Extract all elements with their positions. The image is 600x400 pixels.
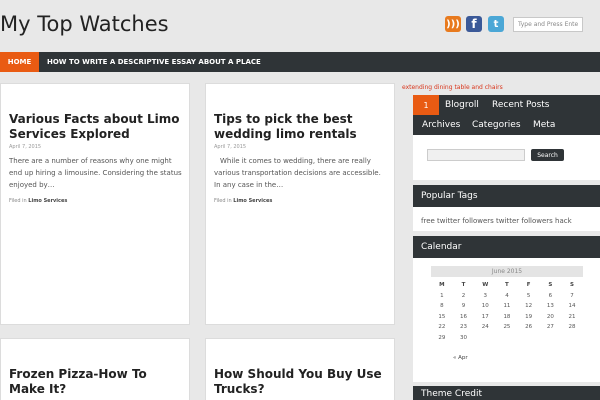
- tab-blogroll[interactable]: Blogroll: [445, 100, 479, 110]
- post-card: Various Facts about Limo Services Explor…: [0, 83, 190, 325]
- widget-title: Popular Tags: [413, 185, 600, 207]
- calendar-week-row: 15 16 17 18 19 20 21: [431, 312, 583, 323]
- calendar-day: 6: [548, 292, 553, 299]
- widget-title: Calendar: [413, 236, 600, 258]
- post-title[interactable]: Tips to pick the best wedding limo renta…: [214, 112, 388, 142]
- calendar-day: 21: [568, 313, 576, 320]
- theme-credit-widget: Theme Credit: [413, 386, 600, 400]
- calendar-day: 25: [503, 324, 511, 330]
- weekday-label: M: [439, 282, 445, 288]
- calendar-day: 26: [525, 324, 533, 330]
- calendar-day: 12: [525, 303, 533, 309]
- calendar-month: June 2015: [431, 266, 583, 277]
- calendar-day: 15: [438, 313, 446, 320]
- calendar-week-row: 8 9 10 11 12 13 14: [431, 301, 583, 312]
- tabbed-widget: 1 Blogroll Recent Posts Archives Categor…: [413, 95, 600, 180]
- post-category-link[interactable]: Limo Services: [233, 198, 272, 204]
- post-title[interactable]: Frozen Pizza-How To Make It?: [9, 367, 183, 397]
- rss-icon[interactable]: ))): [445, 16, 461, 32]
- weekday-label: T: [505, 282, 509, 288]
- post-card: How Should You Buy Use Trucks?: [205, 338, 395, 400]
- calendar-day: 22: [438, 324, 446, 330]
- main-navigation: HOME HOW TO WRITE A DESCRIPTIVE ESSAY AB…: [0, 52, 600, 72]
- post-excerpt: While it comes to wedding, there are rea…: [214, 157, 381, 189]
- post-filed-in: Filed in Limo Services: [214, 198, 272, 204]
- post-date: April 7, 2015: [214, 144, 247, 150]
- tag-cloud[interactable]: free twitter followers twitter followers…: [421, 217, 572, 225]
- popular-tags-widget: Popular Tags free twitter followers twit…: [413, 185, 600, 231]
- calendar-day: 28: [568, 324, 576, 330]
- calendar-day: 13: [546, 303, 554, 309]
- weekday-label: W: [482, 282, 489, 288]
- post-category-link[interactable]: Limo Services: [28, 198, 67, 204]
- nav-item-descriptive-essay[interactable]: HOW TO WRITE A DESCRIPTIVE ESSAY ABOUT A…: [47, 52, 261, 72]
- weekday-label: F: [526, 282, 531, 288]
- calendar-day: 7: [570, 292, 574, 299]
- post-excerpt: There are a number of reasons why one mi…: [9, 157, 182, 189]
- tab-meta[interactable]: Meta: [533, 120, 555, 130]
- sidebar-ad-link[interactable]: extending dining table and chairs: [402, 84, 503, 91]
- calendar-day: 14: [568, 303, 576, 309]
- post-card: Frozen Pizza-How To Make It?: [0, 338, 190, 400]
- calendar-widget: Calendar June 2015 M T W T F S S 1 2 3 4…: [413, 236, 600, 382]
- calendar-day: 30: [460, 334, 468, 341]
- calendar-week-row: 22 23 24 25 26 27 28: [431, 322, 583, 333]
- calendar-day: 16: [460, 313, 468, 320]
- tab-recent-posts[interactable]: Recent Posts: [492, 100, 550, 110]
- weekday-label: S: [570, 282, 575, 288]
- calendar-grid: M T W T F S S 1 2 3 4 5 6 7 8 9 10 11 12…: [431, 280, 583, 343]
- calendar-week-row: 29 30: [431, 333, 583, 344]
- calendar-day: 24: [481, 324, 489, 330]
- calendar-day: 27: [546, 324, 554, 330]
- twitter-icon[interactable]: t: [488, 16, 504, 32]
- weekday-label: S: [548, 282, 553, 288]
- post-title[interactable]: How Should You Buy Use Trucks?: [214, 367, 388, 397]
- post-card: Tips to pick the best wedding limo renta…: [205, 83, 395, 325]
- calendar-prev-month-link[interactable]: « Apr: [453, 355, 468, 361]
- calendar-day: 8: [440, 303, 444, 309]
- widget-tab-bar: 1 Blogroll Recent Posts Archives Categor…: [413, 95, 600, 135]
- site-header: My Top Watches ))) f t: [0, 0, 600, 52]
- calendar-day: 5: [526, 292, 531, 299]
- calendar-day: 1: [440, 292, 444, 299]
- calendar-day: 10: [481, 303, 489, 309]
- post-title[interactable]: Various Facts about Limo Services Explor…: [9, 112, 183, 142]
- facebook-icon[interactable]: f: [466, 16, 482, 32]
- calendar-day: 2: [461, 292, 466, 299]
- post-date: April 7, 2015: [9, 144, 42, 150]
- sidebar-search-input[interactable]: [427, 149, 525, 161]
- calendar-day: 11: [503, 303, 511, 309]
- calendar-day: 23: [460, 324, 468, 330]
- filed-in-label: Filed in: [214, 198, 232, 204]
- post-filed-in: Filed in Limo Services: [9, 198, 67, 204]
- sidebar-search-button[interactable]: Search: [531, 149, 564, 161]
- tab-archives[interactable]: Archives: [422, 120, 460, 130]
- calendar-day: 9: [461, 303, 466, 309]
- filed-in-label: Filed in: [9, 198, 27, 204]
- widget-title: Theme Credit: [413, 386, 600, 400]
- calendar-day: 18: [503, 313, 511, 320]
- calendar-day: 29: [438, 334, 446, 341]
- calendar-day: 20: [546, 313, 554, 320]
- calendar-day: 3: [483, 292, 487, 299]
- tab-categories[interactable]: Categories: [472, 120, 521, 130]
- calendar-weekday-row: M T W T F S S: [431, 280, 583, 291]
- tab-number[interactable]: 1: [413, 95, 439, 115]
- calendar-day: 17: [481, 313, 489, 320]
- calendar-day: 19: [525, 313, 533, 320]
- calendar-day: 4: [505, 292, 509, 299]
- weekday-label: T: [461, 282, 466, 288]
- calendar-week-row: 1 2 3 4 5 6 7: [431, 291, 583, 302]
- header-search-input[interactable]: [513, 17, 583, 32]
- nav-item-home[interactable]: HOME: [0, 52, 39, 72]
- site-title[interactable]: My Top Watches: [0, 12, 169, 36]
